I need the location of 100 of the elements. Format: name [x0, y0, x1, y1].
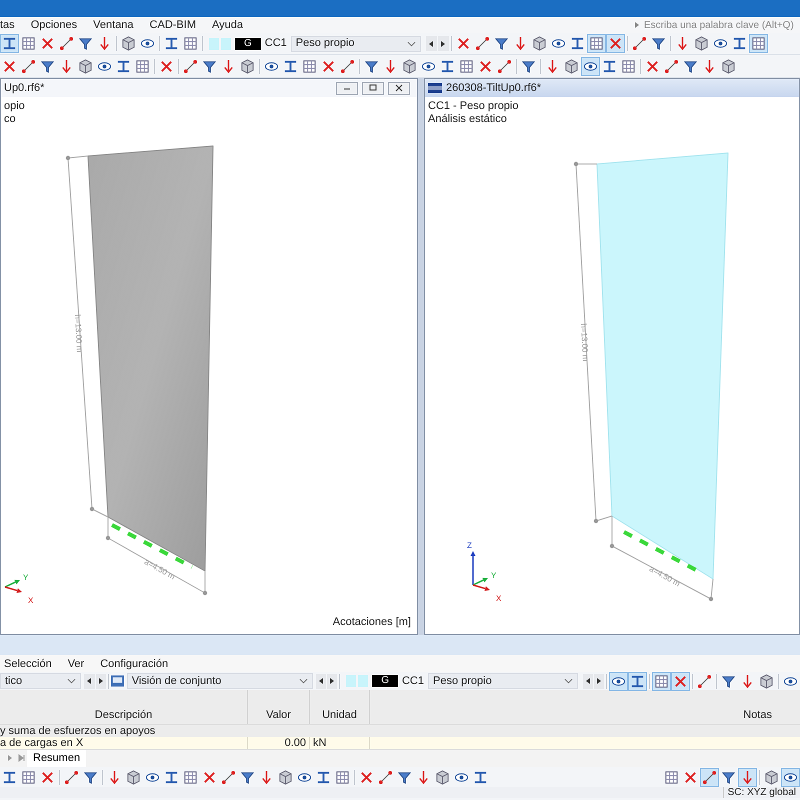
table-cell: kN	[310, 737, 370, 749]
search-field[interactable]: Escriba una palabra clave (Alt+Q)	[644, 18, 794, 32]
beam-icon	[473, 770, 488, 784]
cube-icon	[121, 36, 136, 51]
cross-icon	[456, 36, 471, 51]
triangle-right-icon	[440, 40, 446, 48]
beam-icon	[2, 36, 17, 51]
beam-icon	[602, 58, 617, 74]
cross-icon	[478, 58, 493, 74]
column-header: Descripción	[94, 708, 152, 722]
node-icon	[702, 770, 717, 784]
tab[interactable]: Resumen	[27, 750, 86, 767]
node-icon	[664, 58, 679, 74]
cube-icon	[694, 36, 709, 51]
cube-icon	[759, 674, 774, 688]
menu-item[interactable]: Ayuda	[204, 17, 251, 33]
menu-item[interactable]: CAD-BIM	[142, 17, 204, 33]
table-icon	[110, 675, 124, 687]
triangle-right-icon	[596, 677, 602, 685]
cross-button[interactable]	[606, 34, 625, 53]
triangle-right-icon	[98, 677, 104, 685]
eye-button[interactable]	[609, 672, 628, 690]
grid-icon	[654, 674, 670, 688]
dimension-label: h=13.00 m	[579, 323, 590, 362]
menu-item[interactable]: Configuración	[92, 656, 176, 672]
axis-label: Z	[467, 541, 472, 550]
node-icon	[632, 36, 647, 51]
beam-button[interactable]	[628, 672, 648, 690]
cube-icon	[721, 58, 736, 74]
beam-button[interactable]	[0, 34, 19, 53]
load-type-tag: G	[235, 38, 261, 50]
cross-icon	[40, 36, 55, 51]
restore-button[interactable]	[362, 82, 384, 94]
units-label: Acotaciones [m]	[332, 614, 411, 630]
menu-item[interactable]: Opciones	[22, 17, 86, 33]
flag-icon	[428, 83, 442, 93]
grid-icon	[750, 36, 766, 51]
table-cell: 0.00	[248, 737, 310, 749]
previous-button[interactable]	[582, 674, 594, 688]
triangle-left-icon	[585, 677, 592, 685]
load-case-code: CC1	[264, 36, 287, 52]
beam-icon	[164, 770, 179, 784]
triangle-right-icon	[634, 21, 640, 29]
node-icon	[64, 770, 79, 784]
grid-button[interactable]	[652, 672, 672, 690]
arrow-button[interactable]	[738, 768, 757, 786]
node-icon	[697, 674, 712, 688]
previous-button[interactable]	[316, 674, 326, 688]
next-button[interactable]	[327, 674, 338, 688]
cross-icon	[159, 58, 174, 74]
load-case-combo[interactable]: Peso propio	[290, 36, 421, 52]
next-button[interactable]	[438, 36, 449, 51]
grid-button[interactable]	[748, 34, 768, 53]
minimize-button[interactable]	[336, 82, 358, 94]
table-cell: a de cargas en X	[0, 737, 248, 749]
node-icon	[59, 36, 74, 51]
grid-button[interactable]	[586, 34, 606, 53]
column-header: Notas	[743, 708, 772, 722]
node-icon	[183, 58, 198, 74]
view-info-text: CC1 - Peso propio	[428, 100, 518, 113]
menu-item[interactable]: Ventana	[85, 17, 142, 33]
next-button[interactable]	[594, 674, 604, 688]
funnel-icon	[721, 770, 736, 784]
column-header: Valor	[266, 708, 291, 722]
dimension-label: h=13.00 m	[73, 314, 84, 353]
funnel-icon	[83, 770, 98, 784]
funnel-icon	[521, 58, 536, 74]
beam-icon	[2, 770, 17, 784]
table-combo[interactable]: Visión de conjunto	[126, 673, 313, 689]
axis-arrow	[4, 580, 20, 588]
cross-icon	[673, 674, 688, 688]
load-case-combo[interactable]: Peso propio	[428, 673, 578, 689]
node-icon	[378, 770, 393, 784]
analysis-combo[interactable]: tico	[0, 673, 82, 689]
node-icon	[340, 58, 355, 74]
color-swatch	[209, 38, 231, 50]
menu-item[interactable]: tas	[0, 17, 23, 33]
cube-icon	[764, 770, 779, 784]
eye-button[interactable]	[581, 56, 600, 76]
axis-label: X	[28, 596, 34, 605]
view-info-text: opio	[4, 100, 25, 113]
cross-icon	[645, 58, 660, 74]
previous-button[interactable]	[426, 36, 437, 51]
menu-item[interactable]: Selección	[0, 656, 60, 672]
close-button[interactable]	[388, 82, 410, 94]
beam-icon	[440, 58, 455, 74]
skip-end-icon	[18, 754, 26, 762]
cube-icon	[402, 58, 417, 74]
funnel-icon	[397, 770, 412, 784]
grid-icon	[302, 58, 317, 74]
node-button[interactable]	[57, 34, 76, 53]
eye-button[interactable]	[781, 768, 800, 786]
node-button[interactable]	[700, 768, 719, 786]
cross-button[interactable]	[671, 672, 690, 690]
previous-button[interactable]	[84, 674, 95, 688]
beam-icon	[283, 58, 298, 74]
beam-icon	[570, 36, 585, 51]
menu-item[interactable]: Ver	[60, 656, 92, 672]
next-button[interactable]	[96, 674, 106, 688]
cube-icon	[126, 770, 141, 784]
